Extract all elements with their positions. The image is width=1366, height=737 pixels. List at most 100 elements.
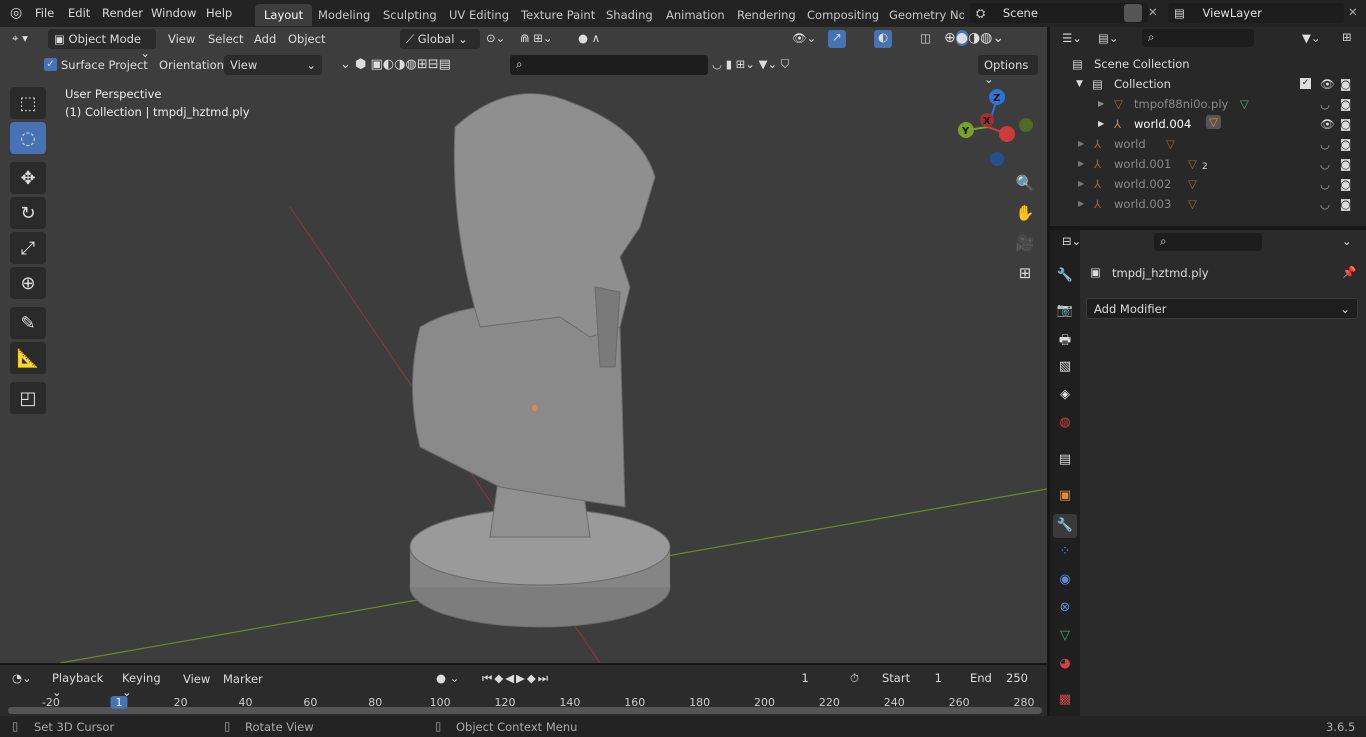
timeline-editor-type-icon[interactable]: ◔⌄ <box>12 671 32 685</box>
expand-icon[interactable]: ▶ <box>1078 179 1084 188</box>
blender-logo-icon[interactable]: ◎ <box>10 5 22 21</box>
camera-view-icon[interactable]: 🎥 <box>1012 230 1038 256</box>
tab-texture-paint[interactable]: Texture Paint <box>512 4 604 26</box>
material-tab-icon[interactable]: ◕ <box>1056 656 1074 674</box>
remove-scene-icon[interactable]: ✕ <box>1148 5 1158 19</box>
new-scene-icon[interactable] <box>1124 4 1142 22</box>
world-tab-icon[interactable]: ◍ <box>1056 415 1074 433</box>
playback-controls[interactable]: ⏮◆◀▶◆⏭ <box>476 668 596 688</box>
collection-tab-icon[interactable]: ▤ <box>1056 452 1074 470</box>
menu-add[interactable]: Add <box>254 32 276 46</box>
camera-icon[interactable]: ◙ <box>1340 97 1351 111</box>
camera-icon[interactable]: ◙ <box>1340 197 1351 211</box>
tool-settings-tab-icon[interactable]: 🔧 <box>1056 268 1074 286</box>
current-frame-field[interactable]: 1 <box>768 668 842 688</box>
proportional-editing-icon[interactable]: ● ∧ <box>578 31 600 45</box>
tab-shading[interactable]: Shading <box>597 4 662 26</box>
transform-icon[interactable]: ⊕ <box>10 267 46 299</box>
filter-icons[interactable]: ◡ ▮ ⊞⌄ ▼⌄ ⛉ <box>712 57 789 72</box>
timeline-view-menu[interactable]: View <box>183 672 210 686</box>
zoom-icon[interactable]: 🔍 <box>1012 170 1038 196</box>
tab-animation[interactable]: Animation <box>657 4 734 26</box>
texture-tab-icon[interactable]: ▩ <box>1056 692 1074 710</box>
select-box-icon[interactable]: ⬚ <box>10 87 46 119</box>
data-tab-icon[interactable]: ▽ <box>1056 628 1074 646</box>
camera-icon[interactable]: ◙ <box>1340 77 1351 91</box>
menu-select[interactable]: Select <box>208 32 243 46</box>
cursor-icon[interactable]: ◌ <box>10 122 46 154</box>
tab-uv-editing[interactable]: UV Editing <box>440 4 518 26</box>
particles-tab-icon[interactable]: ⁘ <box>1056 544 1074 562</box>
eye-icon[interactable]: 👁 <box>1320 77 1335 91</box>
tab-rendering[interactable]: Rendering <box>728 4 805 26</box>
tab-modeling[interactable]: Modeling <box>309 4 379 26</box>
constraints-tab-icon[interactable]: ⊗ <box>1056 600 1074 618</box>
view-layer-selector[interactable]: ▤ ViewLayer <box>1168 3 1344 23</box>
outliner-search-input[interactable]: ⌕ <box>1142 29 1254 47</box>
outliner-item[interactable]: ▶ ⅄ world.004 ▽ 👁 ◙ <box>1050 114 1366 134</box>
expand-icon[interactable]: ▶ <box>1078 159 1084 168</box>
outliner-editor-type-icon[interactable]: ☰⌄ <box>1062 31 1082 45</box>
camera-icon[interactable]: ◙ <box>1340 137 1351 151</box>
annotate-icon[interactable]: ✎ <box>10 307 46 339</box>
snap-icon[interactable]: ⋒ ⊞⌄ <box>520 31 553 45</box>
scene-collection-row[interactable]: ▤ Scene Collection <box>1050 54 1366 74</box>
exclude-checkbox[interactable]: ✓ <box>1300 78 1311 89</box>
remove-view-layer-icon[interactable]: ✕ <box>1348 5 1358 19</box>
gizmo-toggle-icon[interactable]: ↗ <box>828 30 846 48</box>
mode-selector[interactable]: ▣ Object Mode ⌄ <box>48 29 156 60</box>
output-tab-icon[interactable]: 🖶 <box>1056 331 1074 349</box>
surface-project-checkbox[interactable]: ✓ <box>44 58 57 71</box>
menu-render[interactable]: Render <box>102 6 143 20</box>
tab-geometry-nodes[interactable]: Geometry Noc <box>880 4 964 26</box>
camera-icon[interactable]: ◙ <box>1340 117 1351 131</box>
filter-icon[interactable]: ▼⌄ <box>1302 31 1320 45</box>
menu-object[interactable]: Object <box>288 32 325 46</box>
keying-menu[interactable]: Keying ⌄ <box>116 668 174 699</box>
navigation-gizmo[interactable]: Z Y X <box>955 87 1035 167</box>
menu-view[interactable]: View <box>168 32 195 46</box>
eye-closed-icon[interactable]: ◡ <box>1320 137 1330 151</box>
menu-edit[interactable]: Edit <box>68 6 90 20</box>
perspective-grid-icon[interactable]: ⊞ <box>1012 260 1038 286</box>
expand-icon[interactable]: ▶ <box>1078 199 1084 208</box>
visibility-icon[interactable]: 👁⌄ <box>792 31 816 45</box>
outliner-item[interactable]: ▶ ⅄ world.003 ▽ ◡ ◙ <box>1050 194 1366 214</box>
pin-icon[interactable]: 📌 <box>1342 265 1356 279</box>
scene-tab-icon[interactable]: ◈ <box>1056 387 1074 405</box>
expand-icon[interactable]: ▶ <box>1098 119 1104 128</box>
display-mode-icon[interactable]: ▤⌄ <box>1098 31 1119 45</box>
outliner-item[interactable]: ▶ ▽ tmpof88ni0o.ply ▽ ◡ ◙ <box>1050 94 1366 114</box>
auto-keying-toggle[interactable]: ● ⌄ <box>430 668 466 688</box>
3d-viewport[interactable]: ⌖ ▾ ▣ Object Mode ⌄ View Select Add Obje… <box>0 27 1047 663</box>
scale-icon[interactable]: ⤢ <box>10 232 46 264</box>
transform-orientation-selector[interactable]: ⟋ Global ⌄ <box>400 29 480 49</box>
overlay-toggle-icon[interactable]: ◐ <box>874 30 892 48</box>
eye-icon[interactable]: 👁 <box>1320 117 1335 131</box>
tab-layout[interactable]: Layout <box>255 4 313 26</box>
outliner-item[interactable]: ▶ ⅄ world ▽ ◡ ◙ <box>1050 134 1366 154</box>
scene-selector[interactable]: ⛭ Scene <box>970 3 1148 23</box>
menu-file[interactable]: File <box>35 6 54 20</box>
selectability-icons[interactable]: ⌄ ⬢ ▣◐◑◍⊞⊟▤ <box>340 57 451 72</box>
move-icon[interactable]: ✥ <box>10 162 46 194</box>
pivot-point-icon[interactable]: ⊙⌄ <box>486 31 505 45</box>
xray-icon[interactable]: ◫ <box>920 31 931 45</box>
modifier-tab-icon[interactable]: 🔧 <box>1053 514 1077 538</box>
properties-editor-type-icon[interactable]: ⊟⌄ <box>1062 234 1081 248</box>
shading-modes-icon[interactable]: ⊕●◑◍⌄ <box>944 30 1004 46</box>
menu-window[interactable]: Window <box>151 6 196 20</box>
current-frame-marker[interactable]: 1 <box>110 696 128 709</box>
measure-icon[interactable]: 📐 <box>10 342 46 374</box>
view-layer-tab-icon[interactable]: ▧ <box>1056 359 1074 377</box>
chevron-down-icon[interactable]: ⌄ <box>1342 234 1352 248</box>
add-modifier-dropdown[interactable]: Add Modifier ⌄ <box>1086 298 1358 319</box>
expand-icon[interactable]: ▼ <box>1076 79 1083 89</box>
camera-icon[interactable]: ◙ <box>1340 157 1351 171</box>
physics-tab-icon[interactable]: ◉ <box>1056 572 1074 590</box>
new-collection-icon[interactable]: ⊞ <box>1342 30 1352 44</box>
object-tab-icon[interactable]: ▣ <box>1056 488 1074 506</box>
eye-closed-icon[interactable]: ◡ <box>1320 157 1330 171</box>
menu-help[interactable]: Help <box>206 6 232 20</box>
eye-closed-icon[interactable]: ◡ <box>1320 197 1330 211</box>
